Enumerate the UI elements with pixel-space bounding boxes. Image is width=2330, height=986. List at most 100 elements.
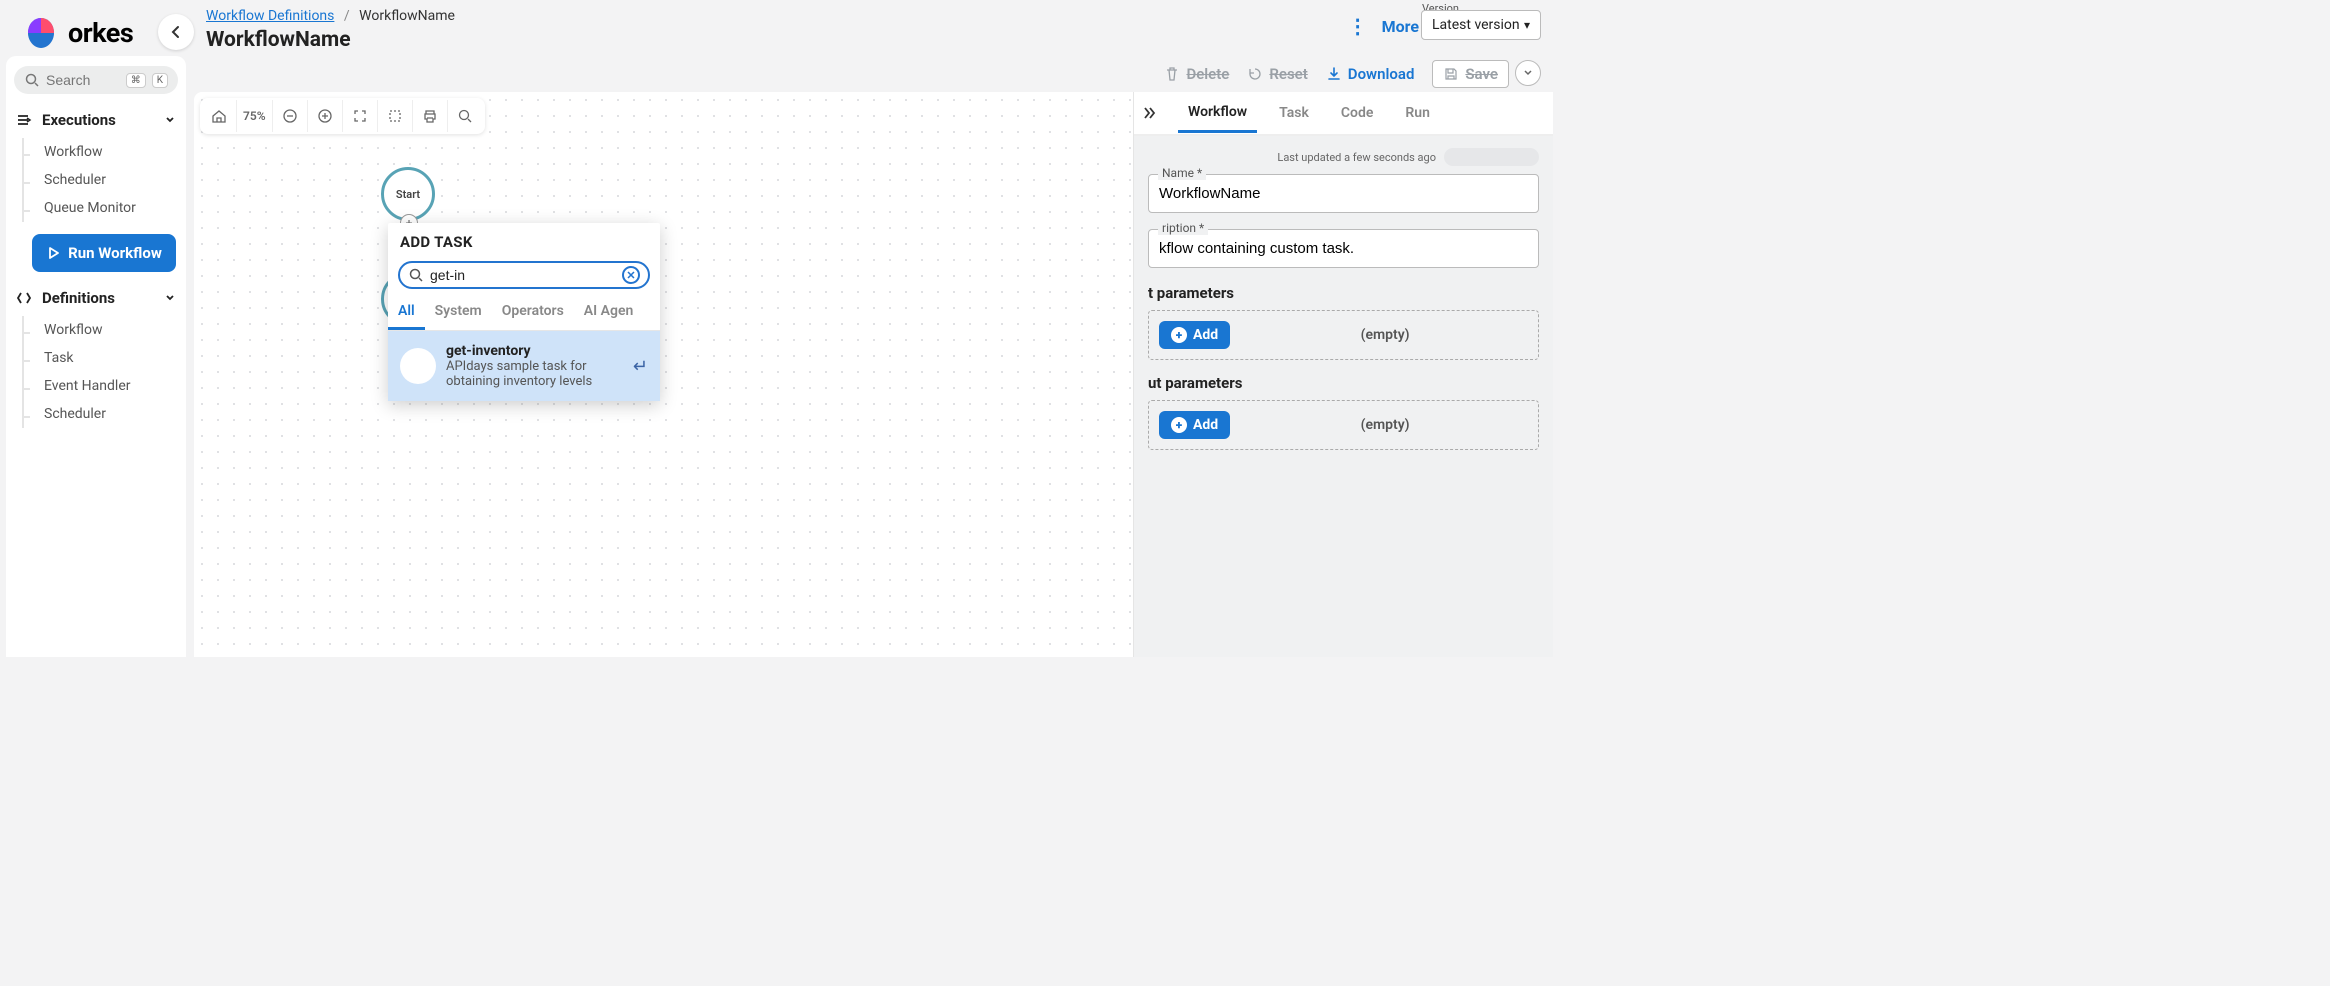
plus-icon: + bbox=[1171, 327, 1187, 343]
sidebar-item-exec-queue[interactable]: Queue Monitor bbox=[22, 194, 178, 222]
reset-icon bbox=[1247, 66, 1263, 82]
save-options-button[interactable] bbox=[1515, 60, 1541, 86]
minus-circle-icon bbox=[282, 108, 298, 124]
add-task-search[interactable]: ✕ bbox=[398, 261, 650, 289]
sidebar-item-def-workflow[interactable]: Workflow bbox=[22, 316, 178, 344]
name-field[interactable] bbox=[1148, 174, 1539, 213]
executions-icon bbox=[16, 112, 34, 128]
delete-button[interactable]: Delete bbox=[1164, 65, 1229, 83]
logo[interactable]: orkes bbox=[24, 16, 133, 50]
back-button[interactable] bbox=[158, 14, 194, 50]
add-input-param-button[interactable]: + Add bbox=[1159, 321, 1230, 349]
select-area-button[interactable] bbox=[378, 100, 413, 132]
kbd-cmd: ⌘ bbox=[126, 73, 146, 88]
zoom-value: 75% bbox=[237, 100, 273, 132]
sidebar-item-def-scheduler[interactable]: Scheduler bbox=[22, 400, 178, 428]
rp-tab-workflow[interactable]: Workflow bbox=[1178, 94, 1257, 133]
definitions-title: Definitions bbox=[42, 289, 115, 307]
chevron-down-icon bbox=[164, 292, 176, 304]
sidebar-section-definitions[interactable]: Definitions bbox=[14, 286, 178, 310]
definitions-icon bbox=[16, 290, 34, 306]
play-icon bbox=[46, 246, 60, 260]
save-icon bbox=[1443, 66, 1459, 82]
sidebar-item-exec-workflow[interactable]: Workflow bbox=[22, 138, 178, 166]
tab-operators[interactable]: Operators bbox=[492, 295, 574, 330]
reset-button[interactable]: Reset bbox=[1247, 65, 1307, 83]
sidebar-item-exec-scheduler[interactable]: Scheduler bbox=[22, 166, 178, 194]
sidebar-item-def-task[interactable]: Task bbox=[22, 344, 178, 372]
plus-icon: + bbox=[1171, 417, 1187, 433]
name-field-label: Name * bbox=[1158, 166, 1206, 180]
chevron-down-icon bbox=[1523, 68, 1533, 78]
input-params-title: t parameters bbox=[1148, 284, 1539, 302]
last-updated-text: Last updated a few seconds ago bbox=[1277, 151, 1436, 164]
sidebar: ⌘ K Executions Workflow Scheduler Queue … bbox=[6, 56, 186, 657]
fit-view-button[interactable] bbox=[343, 100, 378, 132]
task-result-item[interactable]: get-inventory APIdays sample task for ob… bbox=[388, 331, 660, 401]
run-workflow-button[interactable]: Run Workflow bbox=[32, 234, 176, 272]
chevron-down-icon bbox=[164, 114, 176, 126]
output-params-box: + Add (empty) bbox=[1148, 400, 1539, 450]
right-panel-tabs: Workflow Task Code Run bbox=[1134, 92, 1553, 136]
action-bar: Delete Reset Download Save bbox=[206, 58, 1541, 90]
add-task-title: ADD TASK bbox=[388, 223, 660, 257]
tab-system[interactable]: System bbox=[425, 295, 492, 330]
kbd-k: K bbox=[152, 73, 168, 88]
home-icon bbox=[211, 108, 227, 124]
download-icon bbox=[1326, 66, 1342, 82]
rp-tab-run[interactable]: Run bbox=[1395, 95, 1440, 131]
output-params-title: ut parameters bbox=[1148, 374, 1539, 392]
more-button[interactable]: ⋮ More bbox=[1348, 16, 1419, 36]
task-result-desc: APIdays sample task for obtaining invent… bbox=[446, 359, 623, 389]
tab-ai-agent[interactable]: AI Agen bbox=[574, 295, 644, 330]
input-params-box: + Add (empty) bbox=[1148, 310, 1539, 360]
rp-tab-task[interactable]: Task bbox=[1269, 95, 1319, 131]
more-label: More bbox=[1382, 17, 1419, 36]
version-value: Latest version bbox=[1432, 17, 1520, 33]
save-button[interactable]: Save bbox=[1432, 60, 1509, 88]
executions-title: Executions bbox=[42, 111, 116, 129]
zoom-out-button[interactable] bbox=[273, 100, 308, 132]
add-output-param-button[interactable]: + Add bbox=[1159, 411, 1230, 439]
rp-tab-code[interactable]: Code bbox=[1331, 95, 1384, 131]
start-node[interactable]: Start bbox=[381, 167, 435, 221]
logo-text: orkes bbox=[68, 17, 133, 49]
sidebar-search-input[interactable] bbox=[46, 72, 120, 88]
breadcrumb-link[interactable]: Workflow Definitions bbox=[206, 8, 334, 24]
expand-panel-button[interactable] bbox=[1142, 105, 1166, 121]
fit-icon bbox=[352, 108, 368, 124]
right-panel: Workflow Task Code Run Last updated a fe… bbox=[1133, 92, 1553, 657]
output-params-empty: (empty) bbox=[1242, 417, 1528, 433]
breadcrumb-current: WorkflowName bbox=[359, 8, 455, 24]
version-select[interactable]: Latest version ▾ bbox=[1421, 10, 1541, 40]
task-avatar-icon bbox=[400, 348, 436, 384]
download-button[interactable]: Download bbox=[1326, 65, 1415, 83]
task-result-name: get-inventory bbox=[446, 343, 623, 359]
search-icon bbox=[24, 72, 40, 88]
plus-circle-icon bbox=[317, 108, 333, 124]
print-button[interactable] bbox=[413, 100, 448, 132]
sidebar-item-def-event[interactable]: Event Handler bbox=[22, 372, 178, 400]
description-field-label: ription * bbox=[1158, 221, 1208, 235]
selection-icon bbox=[387, 108, 403, 124]
tab-all[interactable]: All bbox=[388, 295, 425, 330]
search-icon bbox=[408, 267, 424, 283]
canvas-search-button[interactable] bbox=[448, 100, 483, 132]
page-title: WorkflowName bbox=[206, 28, 351, 52]
home-button[interactable] bbox=[202, 100, 237, 132]
workflow-canvas[interactable]: 75% Start + E ADD TASK ✕ All Sy bbox=[194, 92, 1553, 657]
loading-skeleton bbox=[1444, 148, 1539, 166]
breadcrumb-separator: / bbox=[344, 8, 350, 24]
canvas-toolbar: 75% bbox=[200, 98, 485, 134]
chevron-left-icon bbox=[169, 25, 183, 39]
print-icon bbox=[422, 108, 438, 124]
breadcrumb: Workflow Definitions / WorkflowName bbox=[206, 8, 455, 24]
zoom-in-button[interactable] bbox=[308, 100, 343, 132]
clear-search-button[interactable]: ✕ bbox=[622, 266, 640, 284]
add-task-search-input[interactable] bbox=[430, 267, 616, 283]
trash-icon bbox=[1164, 66, 1180, 82]
enter-icon: ↵ bbox=[633, 356, 648, 377]
chevron-double-right-icon bbox=[1142, 105, 1158, 121]
sidebar-section-executions[interactable]: Executions bbox=[14, 108, 178, 132]
sidebar-search[interactable]: ⌘ K bbox=[14, 66, 178, 94]
